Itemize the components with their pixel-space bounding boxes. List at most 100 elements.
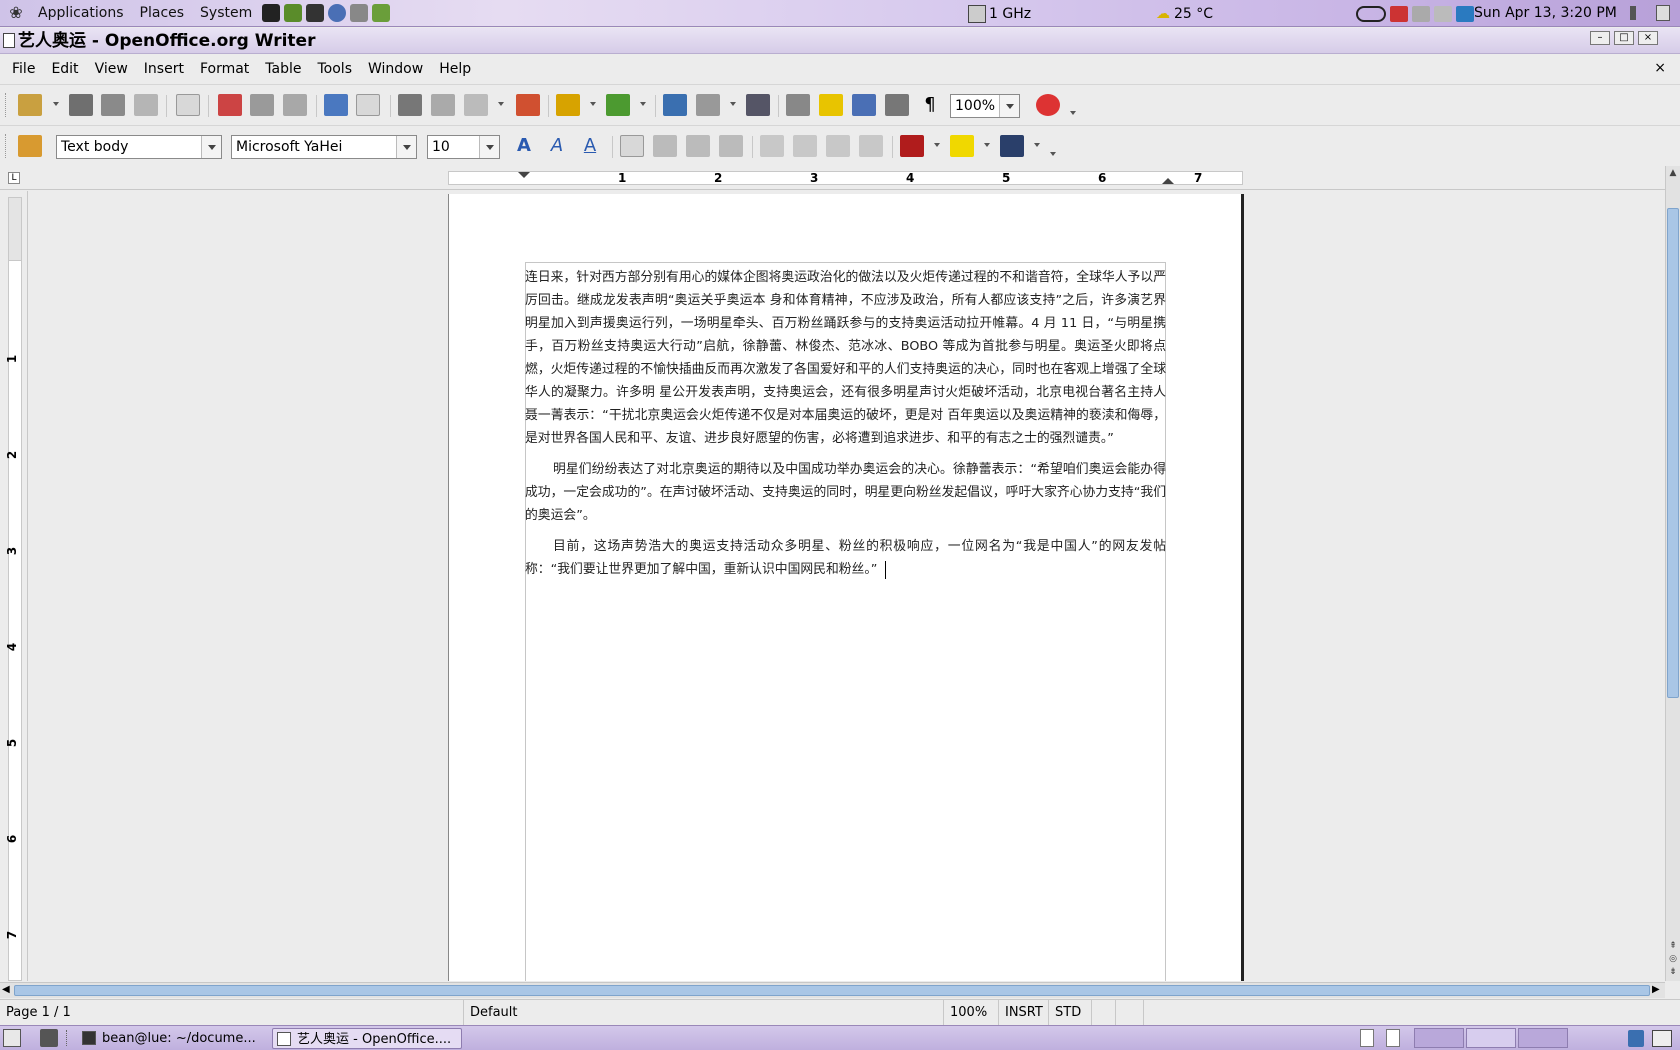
toolbar-options-icon[interactable] (1050, 152, 1056, 156)
highlighting-icon[interactable] (950, 135, 974, 157)
underline-icon[interactable]: A (578, 135, 602, 157)
launcher-icon[interactable] (40, 1029, 58, 1047)
paragraph[interactable]: 明星们纷纷表达了对北京奥运的期待以及中国成功举办奥运会的决心。徐静蕾表示：“希望… (525, 458, 1166, 527)
styles-formatting-icon[interactable] (18, 135, 42, 157)
weather-applet[interactable]: ☁ 25 °C (1156, 0, 1213, 27)
background-color-icon[interactable] (1000, 135, 1024, 157)
paste-icon[interactable] (464, 94, 488, 116)
cpu-frequency-applet[interactable]: 1 GHz (968, 0, 1031, 27)
export-pdf-icon[interactable] (218, 94, 242, 116)
background-color-dropdown-icon[interactable] (1034, 143, 1040, 147)
decrease-indent-icon[interactable] (826, 135, 850, 157)
workspace-3[interactable] (1414, 1028, 1464, 1048)
font-color-icon[interactable] (900, 135, 924, 157)
zoom-combo[interactable]: 100% (950, 94, 1020, 118)
menu-edit[interactable]: Edit (43, 55, 86, 83)
toolbar-options-icon[interactable] (1070, 111, 1076, 115)
paragraph-last[interactable]: 目前，这场声势浩大的奥运支持活动众多明星、粉丝的积极响应，一位网名为“我是中国人… (525, 535, 1166, 581)
font-color-dropdown-icon[interactable] (934, 143, 940, 147)
navigation-icon[interactable]: ◎ (1668, 954, 1678, 964)
menu-window[interactable]: Window (360, 55, 431, 83)
align-left-icon[interactable] (620, 135, 644, 157)
toolbar-grip[interactable] (5, 134, 9, 158)
cut-icon[interactable] (398, 94, 422, 116)
scroll-right-icon[interactable]: ▶ (1652, 984, 1660, 995)
zoom-indicator[interactable]: 100% (944, 1000, 999, 1026)
redo-dropdown-icon[interactable] (640, 102, 646, 106)
hyperlink-icon[interactable] (663, 94, 687, 116)
bullets-icon[interactable] (793, 135, 817, 157)
navigator-icon[interactable] (819, 94, 843, 116)
system-monitor-icon[interactable] (284, 4, 303, 22)
workspace-4[interactable] (1466, 1028, 1516, 1048)
dictionary-icon[interactable] (372, 4, 391, 22)
show-desktop-icon[interactable] (1656, 5, 1670, 21)
close-window-button[interactable]: × (1638, 31, 1658, 45)
edit-file-icon[interactable] (176, 94, 200, 116)
trash-icon[interactable] (1628, 1030, 1644, 1047)
paragraph-text[interactable]: 目前，这场声势浩大的奥运支持活动众多明星、粉丝的积极响应，一位网名为“我是中国人… (525, 539, 1166, 577)
align-right-icon[interactable] (686, 135, 710, 157)
open-icon[interactable] (69, 94, 93, 116)
horizontal-scrollbar[interactable]: ◀ ▶ (0, 982, 1665, 998)
gallery-icon[interactable] (852, 94, 876, 116)
zoom-dropdown-icon[interactable] (999, 95, 1019, 117)
bold-icon[interactable]: A (512, 135, 536, 157)
scroll-up-icon[interactable]: ▲ (1668, 168, 1678, 178)
volume-icon[interactable] (1630, 6, 1644, 20)
left-indent-marker-icon[interactable] (518, 172, 530, 178)
redo-icon[interactable] (606, 94, 630, 116)
network-icon[interactable] (1390, 5, 1408, 22)
horizontal-ruler[interactable]: L 1 2 3 4 5 6 7 (0, 166, 1680, 190)
workspace-5[interactable] (1518, 1028, 1568, 1048)
insert-mode-indicator[interactable]: INSRT (999, 1000, 1049, 1026)
paragraph[interactable]: 连日来，针对西方部分别有用心的媒体企图将奥运政治化的做法以及火炬传递过程的不和谐… (525, 266, 1166, 450)
shield-icon[interactable] (1456, 5, 1474, 22)
system-menu[interactable]: System (192, 0, 260, 27)
browser-icon[interactable] (328, 4, 347, 22)
toolbar-grip[interactable] (5, 93, 9, 117)
save-icon[interactable] (101, 94, 125, 116)
help-icon[interactable] (1036, 94, 1060, 116)
keyboard-icon[interactable] (1434, 5, 1452, 22)
scroll-left-icon[interactable]: ◀ (2, 984, 10, 995)
show-draw-functions-icon[interactable] (746, 94, 770, 116)
menu-help[interactable]: Help (431, 55, 479, 83)
show-desktop-icon[interactable] (3, 1029, 21, 1047)
menu-file[interactable]: File (4, 55, 43, 83)
formatting-marks-icon[interactable]: ¶ (918, 94, 942, 116)
email-icon[interactable] (134, 94, 158, 116)
terminal-icon[interactable] (306, 4, 325, 22)
menu-tools[interactable]: Tools (310, 55, 361, 83)
printer-icon[interactable] (1412, 5, 1430, 22)
previous-page-icon[interactable]: ⇞ (1668, 941, 1678, 951)
maximize-button[interactable]: □ (1614, 31, 1634, 45)
paragraph-style-combo[interactable]: Text body (56, 135, 222, 159)
align-center-icon[interactable] (653, 135, 677, 157)
menu-insert[interactable]: Insert (136, 55, 192, 83)
table-icon[interactable] (696, 94, 720, 116)
new-document-icon[interactable] (18, 94, 42, 116)
paragraph-style-dropdown-icon[interactable] (201, 136, 221, 158)
workspace-2[interactable] (1386, 1029, 1400, 1047)
applications-menu[interactable]: Applications (30, 0, 132, 27)
task-writer[interactable]: 艺人奥运 - OpenOffice.... (272, 1028, 462, 1049)
menu-table[interactable]: Table (257, 55, 309, 83)
highlighting-dropdown-icon[interactable] (984, 143, 990, 147)
clock[interactable]: Sun Apr 13, 3:20 PM (1474, 0, 1617, 27)
increase-indent-icon[interactable] (859, 135, 883, 157)
minimize-button[interactable]: – (1590, 31, 1610, 45)
document-text[interactable]: 连日来，针对西方部分别有用心的媒体企图将奥运政治化的做法以及火炬传递过程的不和谐… (525, 266, 1166, 589)
task-terminal[interactable]: bean@lue: ~/docume... (78, 1028, 264, 1049)
new-dropdown-icon[interactable] (53, 102, 59, 106)
selection-mode-indicator[interactable]: STD (1049, 1000, 1092, 1026)
workspace-1[interactable] (1360, 1029, 1374, 1047)
spellcheck-icon[interactable] (324, 94, 348, 116)
clone-formatting-icon[interactable] (516, 94, 540, 116)
next-page-icon[interactable]: ⇟ (1668, 967, 1678, 977)
gnome-foot-icon[interactable]: ❀ (6, 3, 26, 23)
find-replace-icon[interactable] (786, 94, 810, 116)
horizontal-scroll-thumb[interactable] (14, 985, 1650, 996)
font-size-combo[interactable]: 10 (427, 135, 500, 159)
font-name-dropdown-icon[interactable] (396, 136, 416, 158)
